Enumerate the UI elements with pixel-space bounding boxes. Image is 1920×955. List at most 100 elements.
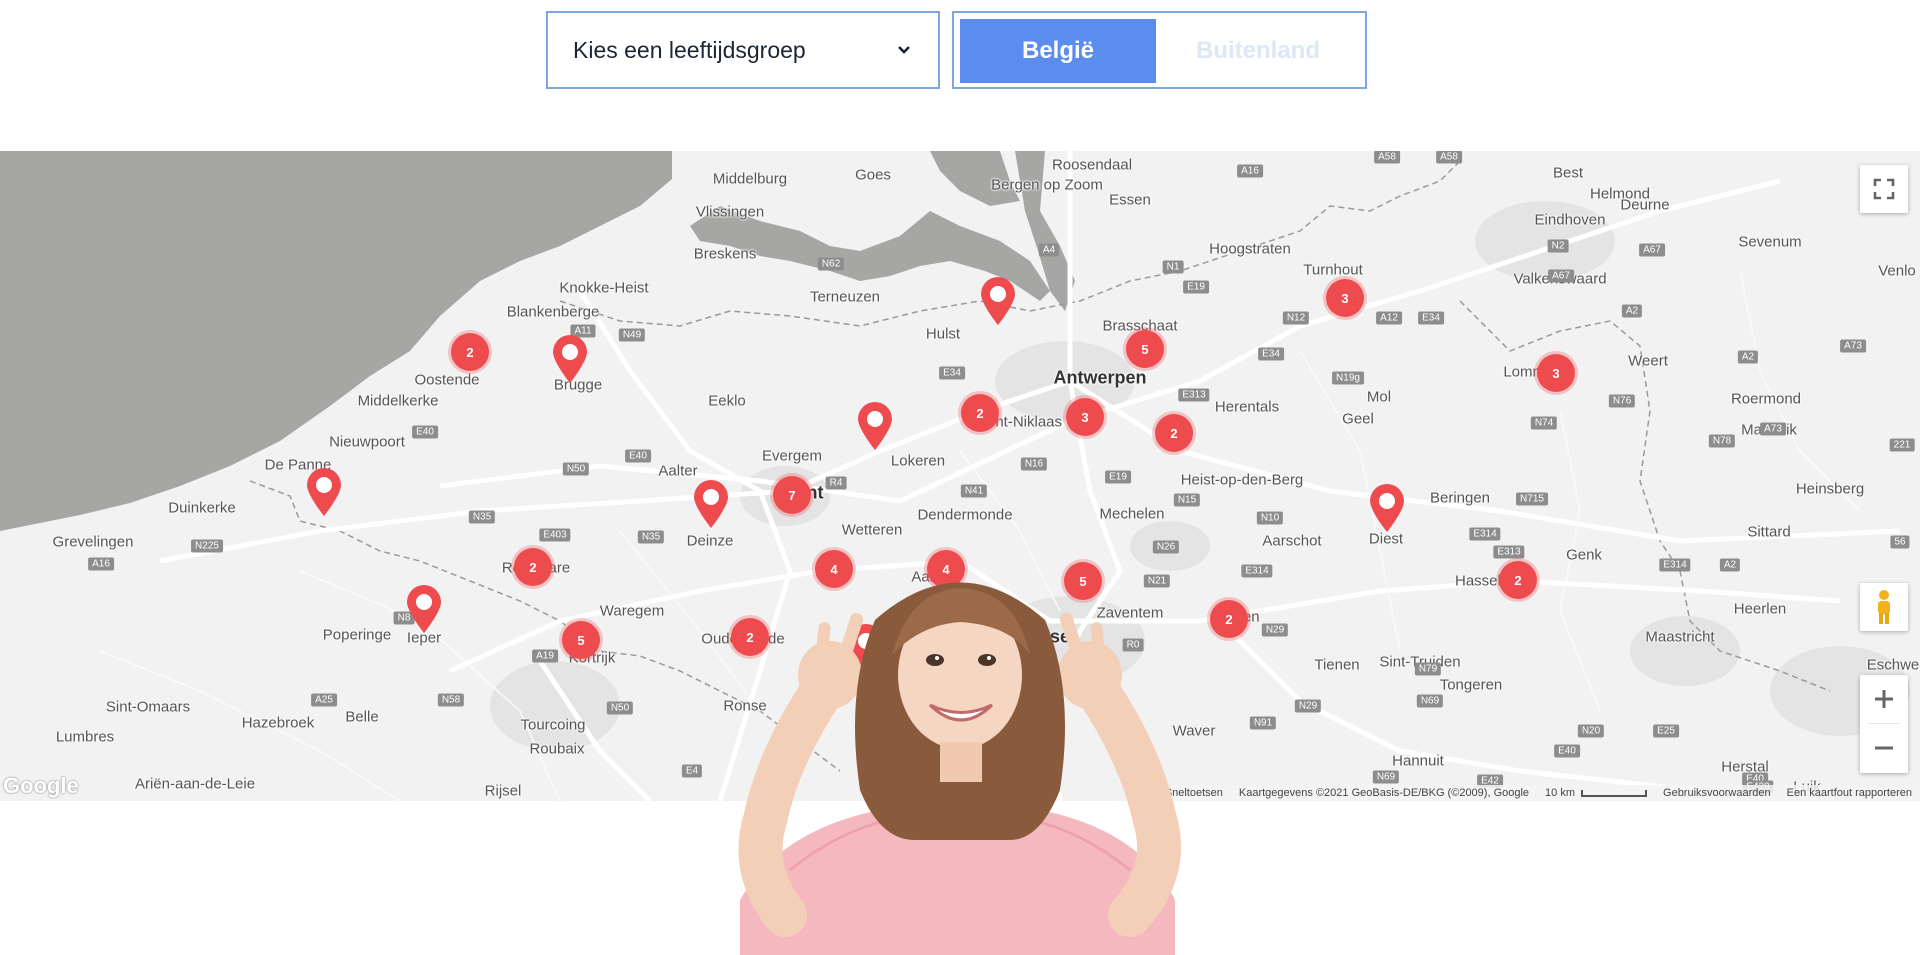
road-shield: E34: [1418, 311, 1444, 325]
map-place-label: Goes: [855, 166, 891, 184]
map-place-label: Heerlen: [1733, 600, 1787, 618]
location-cluster-marker[interactable]: 2: [514, 548, 552, 586]
map-pin-icon[interactable]: [692, 479, 730, 529]
map-place-label: Evergem: [761, 447, 823, 465]
girl-pointing-up-image: [738, 582, 1182, 955]
location-cluster-marker[interactable]: 2: [1155, 414, 1193, 452]
map-place-label: Sittard: [1747, 523, 1791, 541]
map-pin-icon[interactable]: [551, 334, 589, 384]
map-place-label: Hazebroek: [241, 714, 315, 732]
road-shield: 221: [1889, 438, 1915, 452]
google-logo: Google: [3, 773, 79, 798]
map-pin-icon[interactable]: [979, 276, 1017, 326]
fullscreen-icon: [1873, 178, 1895, 200]
map-place-label: Geel: [1342, 410, 1374, 428]
age-group-select[interactable]: Kies een leeftijdsgroep: [546, 11, 940, 89]
road-shield: E313: [1178, 388, 1210, 402]
road-shield: N26: [1152, 540, 1180, 554]
road-shield: A16: [88, 557, 114, 571]
map-place-label: Duinkerke: [168, 499, 236, 517]
road-shield: E34: [1258, 347, 1284, 361]
road-shield: A58: [1374, 151, 1400, 164]
location-cluster-marker[interactable]: 3: [1326, 279, 1364, 317]
map-scale-label: 10 km: [1545, 787, 1576, 799]
road-shield: N15: [1173, 493, 1201, 507]
map-place-label: Grevelingen: [52, 533, 134, 551]
road-shield: N10: [1256, 511, 1284, 525]
road-shield: E34: [939, 366, 965, 380]
map-place-label: Lokeren: [890, 452, 946, 470]
road-shield: N20: [1577, 724, 1605, 738]
road-shield: A4: [1038, 243, 1060, 257]
map-pin-icon[interactable]: [1368, 483, 1406, 533]
road-shield: N79: [1414, 662, 1442, 676]
map-pin-icon[interactable]: [856, 401, 894, 451]
road-shield: E314: [1469, 527, 1501, 541]
location-cluster-marker[interactable]: 2: [1499, 561, 1537, 599]
map-place-label: Aalter: [658, 462, 698, 480]
location-cluster-marker[interactable]: 2: [961, 394, 999, 432]
map-place-label: Oostende: [414, 371, 480, 389]
map-place-label: Dendermonde: [917, 506, 1013, 524]
road-shield: N29: [1294, 699, 1322, 713]
map-pin-icon[interactable]: [305, 467, 343, 517]
location-cluster-marker[interactable]: 3: [1537, 354, 1575, 392]
map-place-label: Antwerpen: [1053, 367, 1147, 388]
map-place-label: Vlissingen: [695, 203, 765, 221]
report-map-error-link[interactable]: Een kaartfout rapporteren: [1787, 787, 1912, 799]
location-cluster-marker[interactable]: 7: [773, 476, 811, 514]
road-shield: E40: [1554, 744, 1580, 758]
map-scale[interactable]: 10 km: [1545, 787, 1648, 799]
map-place-label: Sevenum: [1738, 233, 1802, 251]
road-shield: N1: [1162, 260, 1184, 274]
minus-icon: [1875, 746, 1893, 750]
road-shield: 56: [1890, 535, 1910, 549]
road-shield: N2: [1547, 239, 1569, 253]
zoom-in-button[interactable]: [1860, 675, 1908, 723]
map-place-label: Mechelen: [1099, 505, 1165, 523]
map-place-label: Tienen: [1314, 656, 1360, 674]
map-place-label: Breskens: [693, 245, 757, 263]
road-shield: E19: [1183, 280, 1209, 294]
map-pin-icon[interactable]: [405, 584, 443, 634]
map-place-label: Eeklo: [708, 392, 746, 410]
scale-bar: [1581, 789, 1648, 797]
road-shield: N49: [618, 328, 646, 342]
road-shield: E40: [412, 425, 438, 439]
fullscreen-button[interactable]: [1860, 165, 1908, 213]
region-belgie-button[interactable]: België: [960, 19, 1156, 83]
road-shield: N225: [191, 539, 223, 553]
region-toggle: België Buitenland: [952, 11, 1367, 89]
pegman-button[interactable]: [1860, 583, 1908, 631]
road-shield: N76: [1608, 394, 1636, 408]
map-place-label: Best: [1552, 164, 1584, 182]
road-shield: A12: [1376, 311, 1402, 325]
map-place-label: Hulst: [925, 325, 961, 343]
map-place-label: Beringen: [1429, 489, 1491, 507]
location-cluster-marker[interactable]: 5: [1126, 330, 1164, 368]
road-shield: N69: [1416, 694, 1444, 708]
road-shield: N16: [1020, 457, 1048, 471]
road-shield: A73: [1760, 422, 1786, 436]
map-place-label: Eindhoven: [1534, 211, 1606, 229]
location-cluster-marker[interactable]: 5: [562, 621, 600, 659]
age-group-select-label: Kies een leeftijdsgroep: [573, 36, 806, 63]
map-place-label: Deinze: [686, 532, 734, 550]
road-shield: E313: [1493, 545, 1525, 559]
map-place-label: Roermond: [1730, 390, 1802, 408]
map-place-label: Heinsberg: [1795, 480, 1865, 498]
map-place-label: Hoogstraten: [1209, 240, 1291, 258]
road-shield: E314: [1659, 558, 1691, 572]
map-place-label: Eschweiler: [1866, 656, 1920, 674]
location-cluster-marker[interactable]: 2: [451, 333, 489, 371]
map-place-label: Roosendaal: [1051, 156, 1133, 174]
zoom-out-button[interactable]: [1860, 724, 1908, 772]
road-shield: A19: [532, 649, 558, 663]
terms-link[interactable]: Gebruiksvoorwaarden: [1663, 787, 1771, 799]
map-place-label: Ariën-aan-de-Leie: [134, 775, 256, 793]
region-buitenland-button[interactable]: Buitenland: [1160, 19, 1356, 83]
map-place-label: Diest: [1368, 530, 1404, 548]
map-place-label: Nieuwpoort: [329, 433, 405, 451]
location-cluster-marker[interactable]: 3: [1066, 398, 1104, 436]
plus-icon: [1875, 690, 1893, 708]
